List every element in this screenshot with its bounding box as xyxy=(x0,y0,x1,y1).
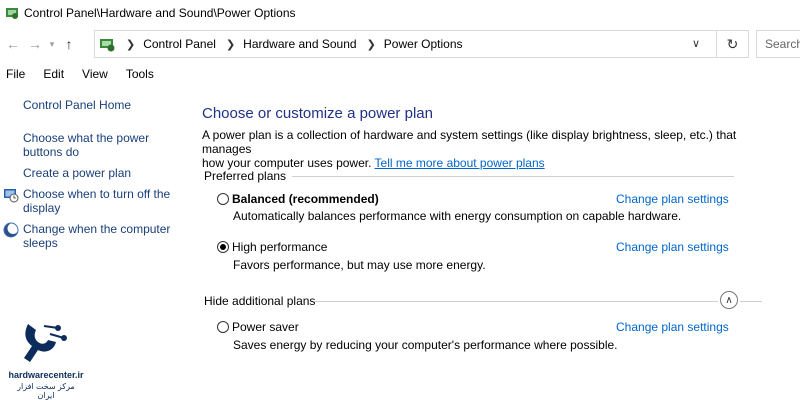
chevron-down-icon[interactable]: ∨ xyxy=(692,37,706,51)
search-input[interactable]: Search xyxy=(756,30,800,58)
chevron-right-icon[interactable]: ❯ xyxy=(367,38,376,51)
menu-bar: File Edit View Tools xyxy=(0,64,800,84)
hide-additional-plans-heading[interactable]: Hide additional plans xyxy=(204,294,315,308)
sidebar-item-label: Choose when to turn off the xyxy=(23,187,171,201)
monitor-clock-icon xyxy=(4,189,19,203)
change-plan-settings-power-saver-link[interactable]: Change plan settings xyxy=(616,320,729,334)
plan-name-power-saver[interactable]: Power saver xyxy=(232,320,299,334)
section-divider xyxy=(314,301,718,302)
intro-line-2: how your computer uses power. Tell me mo… xyxy=(202,156,762,170)
change-plan-settings-balanced-link[interactable]: Change plan settings xyxy=(616,192,729,206)
watermark: hardwarecenter.ir مرکز سخت افزار ایران xyxy=(8,318,84,400)
refresh-icon[interactable]: ↻ xyxy=(716,31,748,57)
sidebar-item-label: Create a power plan xyxy=(23,166,132,180)
preferred-plans-heading: Preferred plans xyxy=(204,169,287,183)
breadcrumb-power-options[interactable]: Power Options xyxy=(384,37,463,51)
moon-icon xyxy=(3,222,19,238)
search-placeholder: Search xyxy=(765,37,800,51)
address-row: ← → ▾ ↑ ❯ Control Panel ❯ Hardware and S… xyxy=(0,28,800,60)
plan-name-balanced[interactable]: Balanced (recommended) xyxy=(232,192,379,206)
plan-desc-power-saver: Saves energy by reducing your computer's… xyxy=(233,338,618,352)
window-title: Control Panel\Hardware and Sound\Power O… xyxy=(24,6,296,20)
intro-line-2-text: how your computer uses power. xyxy=(202,156,372,170)
sidebar-item-label: Change when the computer xyxy=(23,222,171,236)
menu-tools[interactable]: Tools xyxy=(120,67,154,81)
power-plans-help-link[interactable]: Tell me more about power plans xyxy=(375,156,545,170)
breadcrumb-hardware-and-sound[interactable]: Hardware and Sound xyxy=(243,37,356,51)
section-divider xyxy=(292,176,734,177)
intro-line-1: A power plan is a collection of hardware… xyxy=(202,128,737,156)
page-title: Choose or customize a power plan xyxy=(202,105,433,122)
chevron-right-icon[interactable]: ❯ xyxy=(226,38,235,51)
breadcrumb-control-panel[interactable]: Control Panel xyxy=(143,37,216,51)
sidebar-item-turn-off-display[interactable]: Choose when to turn off the display xyxy=(23,187,170,215)
address-bar[interactable]: ❯ Control Panel ❯ Hardware and Sound ❯ P… xyxy=(94,30,749,58)
plan-radio-high-performance[interactable] xyxy=(217,241,229,253)
plan-radio-power-saver[interactable] xyxy=(217,321,229,333)
back-arrow-icon[interactable]: ← xyxy=(2,33,24,55)
hardwarecenter-logo-icon xyxy=(24,324,67,362)
sidebar-item-create-plan[interactable]: Create a power plan xyxy=(23,166,131,180)
change-plan-settings-high-performance-link[interactable]: Change plan settings xyxy=(616,240,729,254)
plan-radio-balanced[interactable] xyxy=(217,193,229,205)
control-panel-location-icon xyxy=(100,39,115,52)
main-content: Choose or customize a power plan A power… xyxy=(202,88,800,400)
sidebar-item-label: display xyxy=(23,201,61,215)
menu-view[interactable]: View xyxy=(76,67,108,81)
sidebar-control-panel-home[interactable]: Control Panel Home xyxy=(23,98,131,112)
sidebar-item-power-buttons[interactable]: Choose what the power buttons do xyxy=(23,131,149,159)
title-bar: Control Panel\Hardware and Sound\Power O… xyxy=(0,0,800,26)
menu-edit[interactable]: Edit xyxy=(37,67,64,81)
sidebar-item-label: buttons do xyxy=(23,145,80,159)
control-panel-icon xyxy=(6,8,18,19)
up-arrow-icon[interactable]: ↑ xyxy=(58,33,80,55)
sidebar-item-label: Choose what the power xyxy=(23,131,150,145)
plan-desc-high-performance: Favors performance, but may use more ene… xyxy=(233,258,486,272)
chevron-up-icon[interactable]: ∧ xyxy=(720,291,738,309)
menu-file[interactable]: File xyxy=(0,67,25,81)
sidebar-item-sleep[interactable]: Change when the computer sleeps xyxy=(23,222,170,250)
watermark-brand: hardwarecenter.ir xyxy=(8,370,84,380)
section-divider xyxy=(740,301,762,302)
chevron-right-icon: ❯ xyxy=(126,38,136,51)
sidebar-item-label: sleeps xyxy=(23,236,58,250)
forward-arrow-icon[interactable]: → xyxy=(24,33,46,55)
watermark-subtitle: مرکز سخت افزار ایران xyxy=(17,382,75,400)
recent-locations-icon[interactable]: ▾ xyxy=(46,33,58,55)
plan-desc-balanced: Automatically balances performance with … xyxy=(233,209,682,223)
plan-name-high-performance[interactable]: High performance xyxy=(232,240,327,254)
intro-text: A power plan is a collection of hardware… xyxy=(202,128,762,170)
